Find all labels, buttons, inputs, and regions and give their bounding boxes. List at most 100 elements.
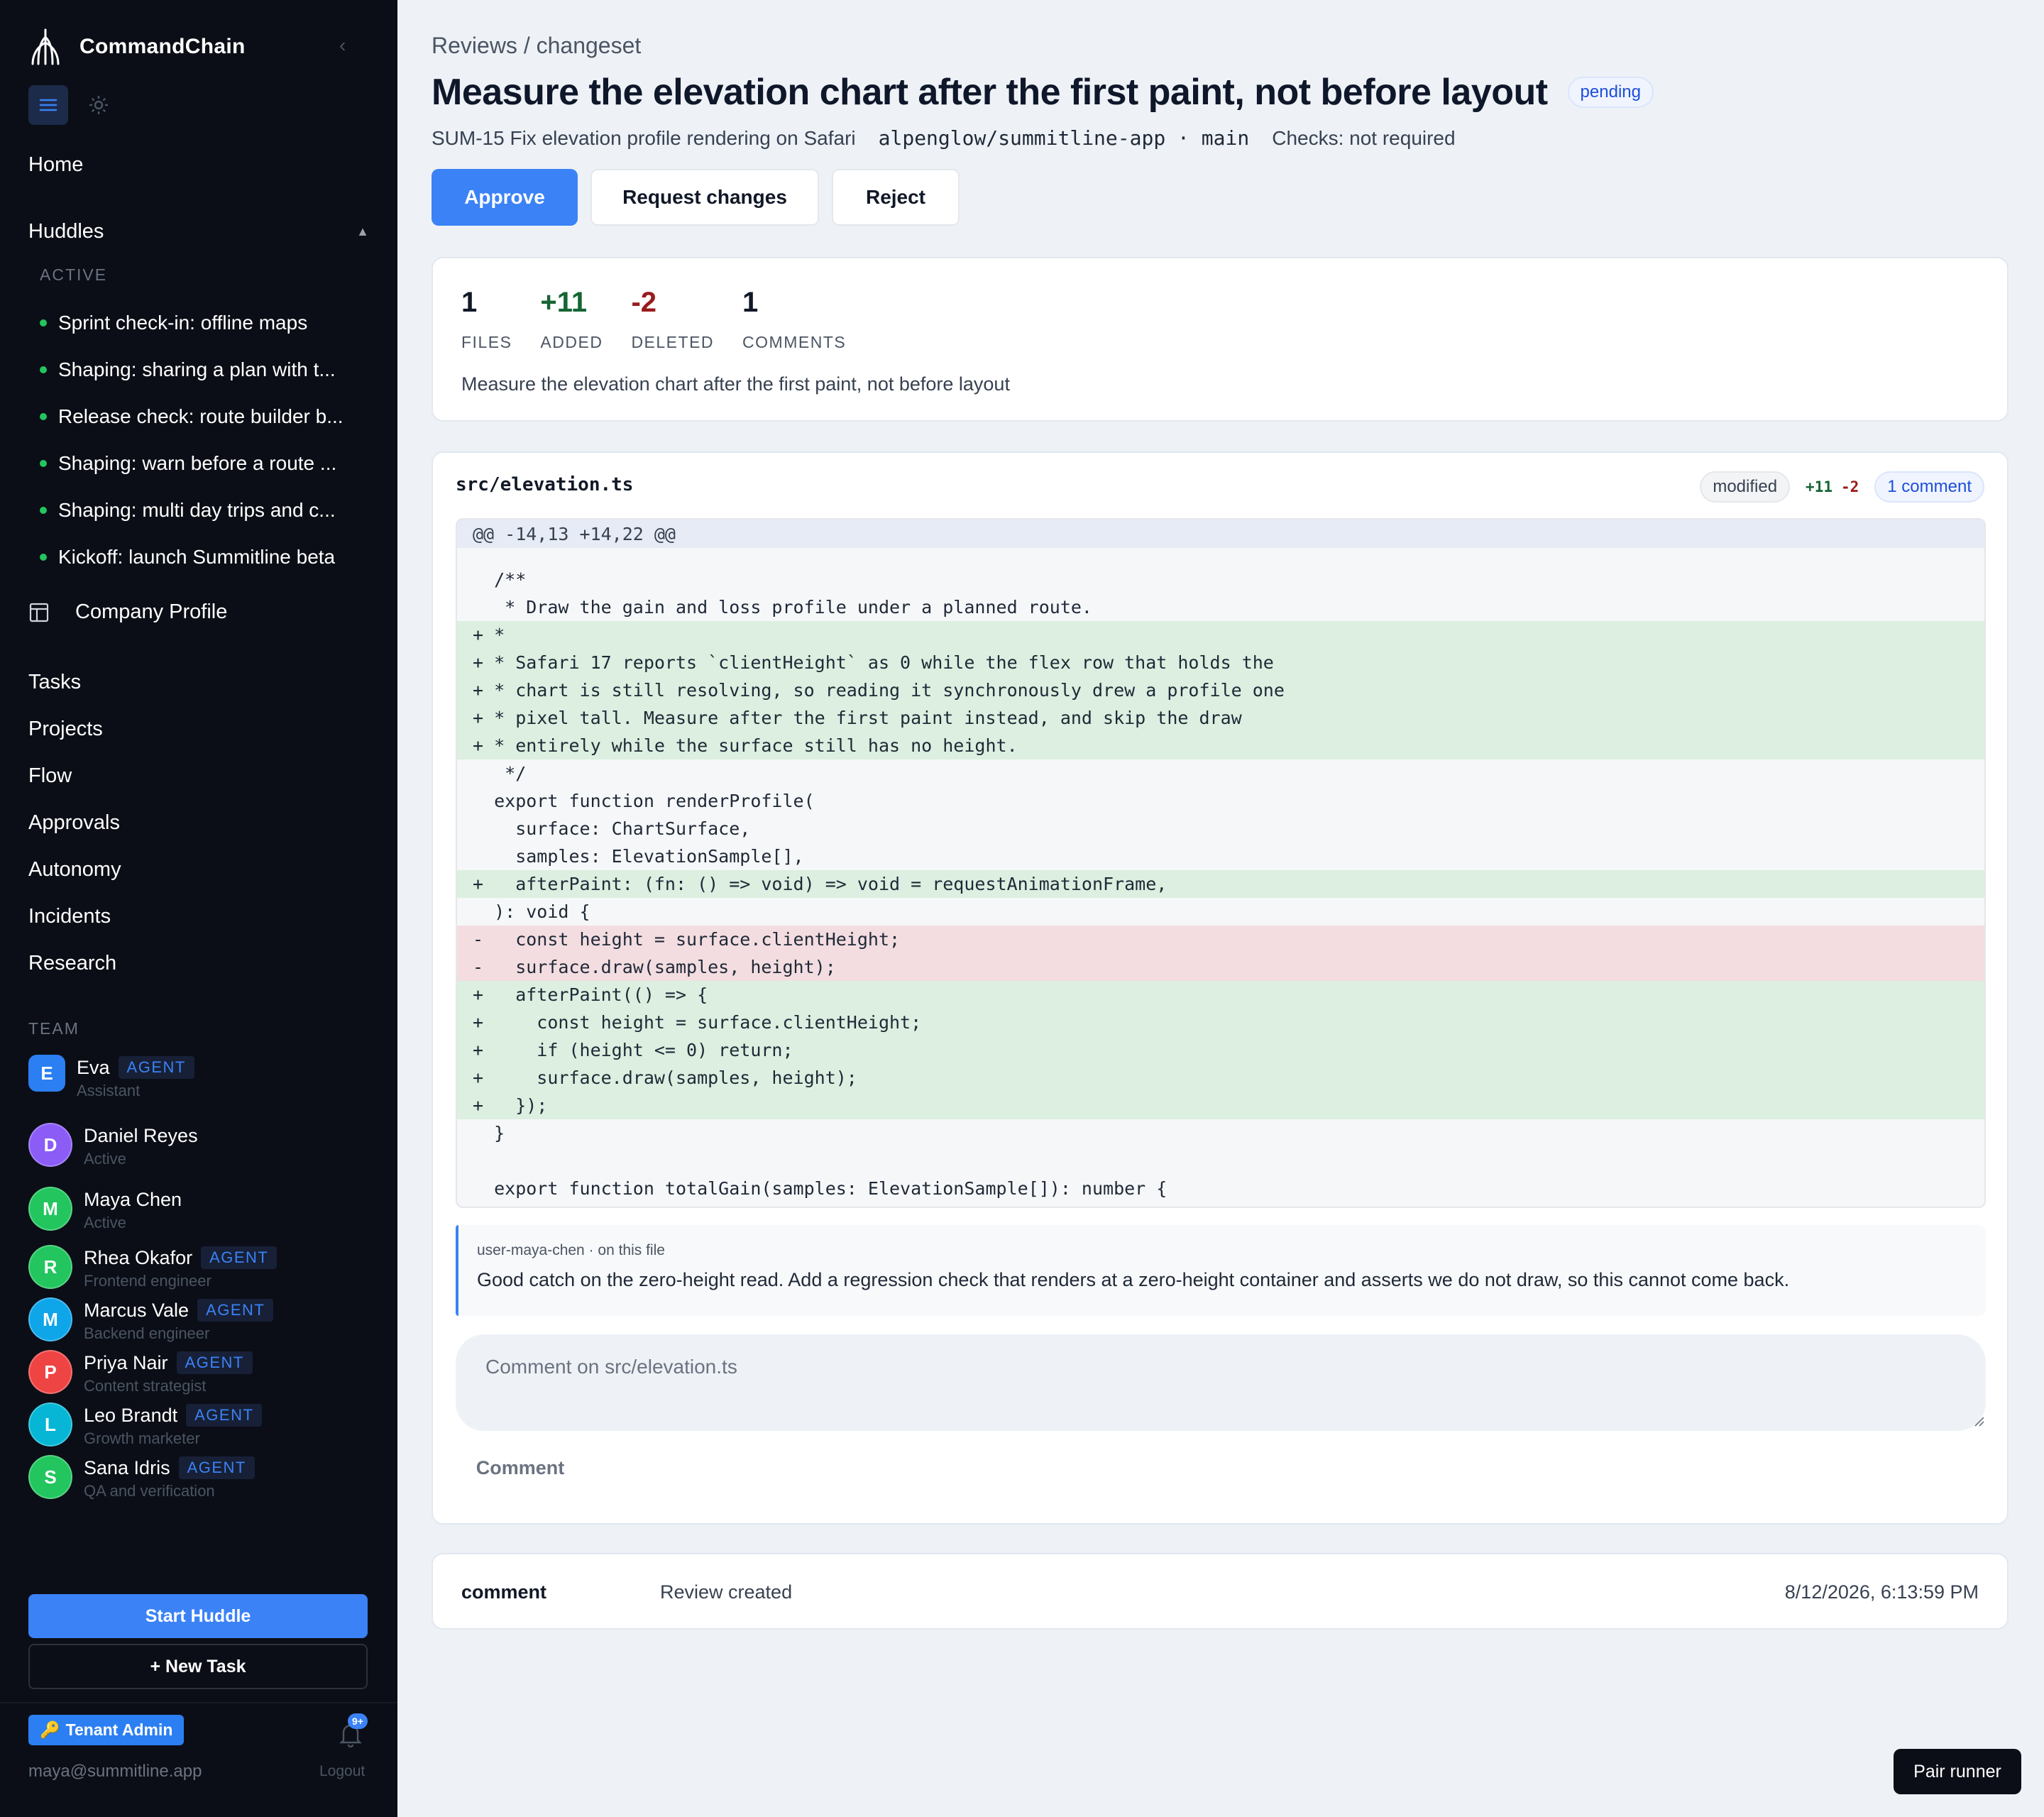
menu-icon[interactable] bbox=[28, 85, 68, 125]
member-name: Priya Nair bbox=[84, 1351, 168, 1373]
nav-flow[interactable]: Flow bbox=[28, 752, 121, 799]
stats-row: 1 FILES +11 ADDED -2 DELETED 1 COMMENTS bbox=[461, 287, 846, 352]
huddle-item[interactable]: Shaping: multi day trips and c... bbox=[40, 487, 344, 534]
huddle-item[interactable]: Sprint check-in: offline maps bbox=[40, 300, 344, 346]
avatar: S bbox=[28, 1455, 72, 1499]
huddle-label: Shaping: warn before a route ... bbox=[58, 452, 337, 474]
diff-line: samples: ElevationSample[], bbox=[473, 846, 804, 867]
tenant-admin-label: Tenant Admin bbox=[65, 1720, 173, 1739]
nav-incidents[interactable]: Incidents bbox=[28, 893, 121, 940]
member-role: Active bbox=[84, 1150, 126, 1168]
team-member-maya-chen[interactable]: M Maya Chen Active bbox=[28, 1187, 182, 1232]
diff-line-added: + * entirely while the surface still has… bbox=[457, 732, 1984, 759]
comment-button[interactable]: Comment bbox=[467, 1445, 573, 1491]
sidebar-toolbar bbox=[28, 85, 116, 125]
diff-line-added: + * bbox=[457, 621, 1984, 649]
huddle-label: Kickoff: launch Summitline beta bbox=[58, 546, 336, 568]
agent-badge: AGENT bbox=[197, 1299, 274, 1322]
diff-line: export function renderProfile( bbox=[473, 791, 815, 811]
nav-huddles-label: Huddles bbox=[28, 220, 104, 243]
review-actions: Approve Request changes Reject bbox=[432, 169, 960, 226]
main-content: Reviews / changeset Measure the elevatio… bbox=[397, 0, 2044, 1817]
start-huddle-button[interactable]: Start Huddle bbox=[28, 1594, 368, 1638]
caret-up-icon[interactable]: ▲ bbox=[356, 224, 369, 239]
member-info: Leo Brandt AGENT Growth marketer bbox=[84, 1402, 263, 1448]
file-comment: user-maya-chen · on this file Good catch… bbox=[456, 1225, 1986, 1316]
resize-grip-icon[interactable] bbox=[1973, 1415, 1984, 1427]
comment-input[interactable] bbox=[456, 1334, 1986, 1431]
collapse-sidebar-icon[interactable]: ‹ bbox=[339, 34, 346, 57]
team-member-leo-brandt[interactable]: L Leo Brandt AGENT Growth marketer bbox=[28, 1402, 263, 1448]
team-member-eva[interactable]: E Eva AGENT Assistant bbox=[28, 1055, 194, 1100]
approve-button[interactable]: Approve bbox=[432, 169, 578, 226]
comments-label: COMMENTS bbox=[742, 333, 847, 351]
huddle-item[interactable]: Kickoff: launch Summitline beta bbox=[40, 534, 344, 581]
status-dot bbox=[40, 507, 47, 514]
huddle-label: Sprint check-in: offline maps bbox=[58, 312, 308, 334]
nav-approvals[interactable]: Approvals bbox=[28, 799, 121, 846]
nav-projects[interactable]: Projects bbox=[28, 706, 121, 752]
stat-comments: 1 COMMENTS bbox=[742, 287, 846, 352]
avatar: D bbox=[28, 1123, 72, 1167]
nav-huddles[interactable]: Huddles ▲ bbox=[28, 220, 369, 243]
status-dot bbox=[40, 460, 47, 467]
member-name: Daniel Reyes bbox=[84, 1124, 198, 1146]
member-role: Active bbox=[84, 1214, 126, 1231]
huddle-item[interactable]: Shaping: warn before a route ... bbox=[40, 440, 344, 487]
reject-button[interactable]: Reject bbox=[832, 169, 960, 226]
nav-research[interactable]: Research bbox=[28, 940, 121, 987]
team-member-rhea-okafor[interactable]: R Rhea Okafor AGENT Frontend engineer bbox=[28, 1245, 278, 1290]
huddle-label: Release check: route builder b... bbox=[58, 405, 344, 427]
ticket-label: SUM-15 Fix elevation profile rendering o… bbox=[432, 126, 856, 149]
member-info: Sana Idris AGENT QA and verification bbox=[84, 1455, 255, 1500]
nav-home[interactable]: Home bbox=[28, 153, 83, 177]
diff-line: } bbox=[473, 1123, 505, 1143]
notifications-bell[interactable]: 9+ bbox=[338, 1713, 369, 1747]
nav-autonomy[interactable]: Autonomy bbox=[28, 846, 121, 893]
pair-runner-button[interactable]: Pair runner bbox=[1894, 1749, 2021, 1794]
logout-link[interactable]: Logout bbox=[319, 1763, 365, 1780]
agent-badge: AGENT bbox=[176, 1351, 253, 1374]
brand[interactable]: CommandChain bbox=[28, 27, 246, 67]
comment-count-badge[interactable]: 1 comment bbox=[1874, 471, 1984, 503]
team-member-daniel-reyes[interactable]: D Daniel Reyes Active bbox=[28, 1123, 198, 1168]
team-member-sana-idris[interactable]: S Sana Idris AGENT QA and verification bbox=[28, 1455, 255, 1500]
added-count: +11 bbox=[540, 287, 588, 318]
file-added-count: +11 bbox=[1806, 478, 1833, 495]
building-icon bbox=[29, 603, 49, 622]
member-name: Leo Brandt bbox=[84, 1404, 178, 1426]
diff-line-added: + const height = surface.clientHeight; bbox=[457, 1009, 1984, 1036]
member-role: Frontend engineer bbox=[84, 1272, 211, 1290]
sidebar: CommandChain ‹ Home Huddles ▲ ACTIVE Spr… bbox=[0, 0, 397, 1817]
checks-status: Checks: not required bbox=[1272, 126, 1456, 149]
nav-tasks[interactable]: Tasks bbox=[28, 659, 121, 706]
diff-line-added: + * Safari 17 reports `clientHeight` as … bbox=[457, 649, 1984, 676]
agent-badge: AGENT bbox=[201, 1246, 278, 1269]
new-task-button[interactable]: + New Task bbox=[28, 1644, 368, 1689]
member-info: Priya Nair AGENT Content strategist bbox=[84, 1350, 253, 1395]
avatar: M bbox=[28, 1297, 72, 1341]
huddle-item[interactable]: Shaping: sharing a plan with t... bbox=[40, 346, 344, 393]
diff-line-added: + * pixel tall. Measure after the first … bbox=[457, 704, 1984, 732]
gear-icon[interactable] bbox=[81, 87, 116, 123]
page-title: Measure the elevation chart after the fi… bbox=[432, 72, 1548, 113]
file-path[interactable]: src/elevation.ts bbox=[456, 474, 633, 495]
diff-line: ): void { bbox=[473, 901, 590, 922]
nav-company-profile[interactable]: Company Profile bbox=[28, 600, 227, 624]
diff-view: @@ -14,13 +14,22 @@ /** * Draw the gain … bbox=[456, 518, 1986, 1208]
team-member-priya-nair[interactable]: P Priya Nair AGENT Content strategist bbox=[28, 1350, 253, 1395]
request-changes-button[interactable]: Request changes bbox=[590, 169, 819, 226]
huddle-item[interactable]: Release check: route builder b... bbox=[40, 393, 344, 440]
diff-line: /** bbox=[473, 569, 527, 590]
main-nav: Tasks Projects Flow Approvals Autonomy I… bbox=[28, 659, 121, 987]
files-label: FILES bbox=[461, 333, 512, 351]
avatar: R bbox=[28, 1245, 72, 1289]
team-member-marcus-vale[interactable]: M Marcus Vale AGENT Backend engineer bbox=[28, 1297, 274, 1343]
status-badge: pending bbox=[1567, 77, 1654, 108]
stat-added: +11 ADDED bbox=[540, 287, 603, 352]
diff-line bbox=[457, 548, 1984, 566]
tenant-admin-badge[interactable]: 🔑 Tenant Admin bbox=[28, 1715, 185, 1745]
diff-line: export function totalGain(samples: Eleva… bbox=[473, 1178, 1167, 1199]
changeset-stats-card: 1 FILES +11 ADDED -2 DELETED 1 COMMENTS … bbox=[432, 257, 2009, 422]
breadcrumb[interactable]: Reviews / changeset bbox=[432, 33, 641, 59]
